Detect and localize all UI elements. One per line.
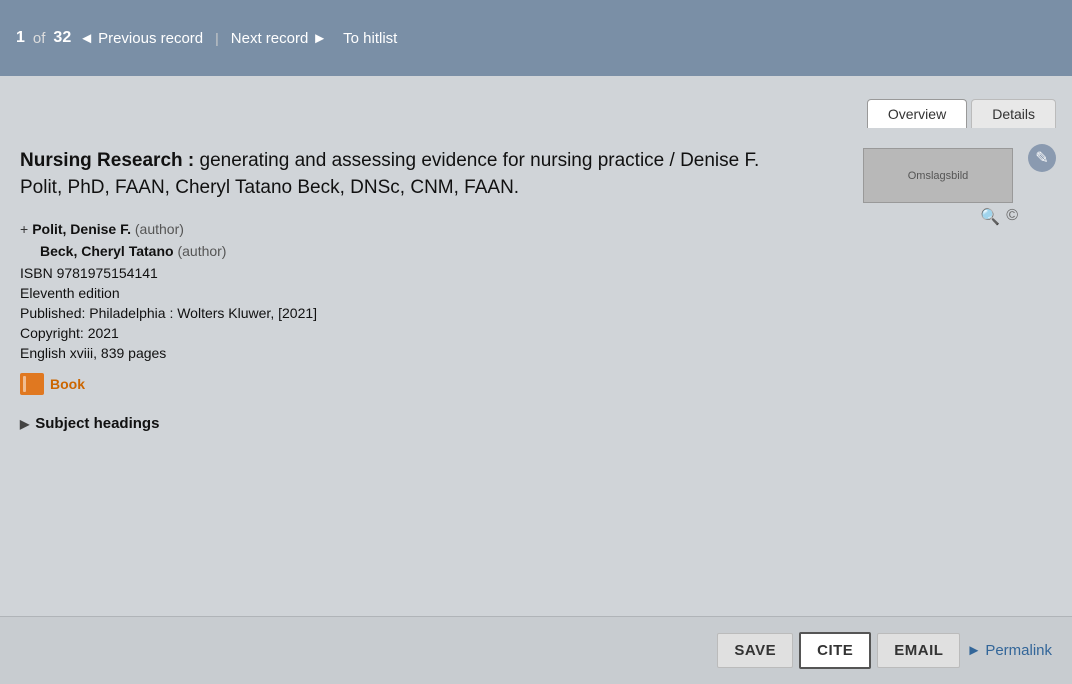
of-label: of — [33, 30, 46, 47]
next-arrow-icon: ► — [312, 30, 327, 47]
author-name-1: Polit, Denise F. — [32, 221, 131, 237]
save-button[interactable]: SAVE — [717, 633, 793, 668]
main-content-area: ✎ Omslagsbild 🔍 © Nursing Research : gen… — [0, 128, 1072, 684]
permalink-arrow-icon: ► — [966, 642, 981, 659]
book-type-row: Book — [20, 373, 1052, 395]
cover-search-icon[interactable]: 🔍 — [980, 207, 1000, 227]
prev-arrow-icon: ◄ — [79, 30, 94, 47]
cover-icons-row: 🔍 © — [863, 207, 1018, 227]
language-pages-value: English xviii, 839 pages — [20, 345, 166, 361]
next-record-label: Next record — [231, 30, 309, 47]
cover-image-area: Omslagsbild 🔍 © — [863, 148, 1018, 227]
record-total: 32 — [53, 29, 71, 47]
tabs-bar: Overview Details — [0, 76, 1072, 128]
permalink-link[interactable]: ► Permalink — [966, 642, 1052, 659]
edition-row: Eleventh edition — [20, 285, 1052, 301]
author-row-2: Beck, Cheryl Tatano (author) — [40, 243, 1052, 259]
subject-headings-row[interactable]: ▶ Subject headings — [20, 415, 1052, 432]
author-name-2: Beck, Cheryl Tatano — [40, 243, 174, 259]
edition-value: Eleventh edition — [20, 285, 120, 301]
to-hitlist-label: To hitlist — [343, 30, 397, 47]
author-role-2: (author) — [177, 243, 226, 259]
isbn-label: ISBN — [20, 265, 53, 281]
top-navigation-bar: 1 of 32 ◄ Previous record | Next record … — [0, 0, 1072, 76]
email-button[interactable]: EMAIL — [877, 633, 960, 668]
next-record-button[interactable]: Next record ► — [231, 30, 327, 47]
nav-separator: | — [215, 30, 219, 46]
cover-image: Omslagsbild — [863, 148, 1013, 203]
permalink-label: Permalink — [985, 642, 1052, 659]
prev-record-button[interactable]: ◄ Previous record — [79, 30, 203, 47]
book-type-link[interactable]: Book — [50, 376, 85, 392]
triangle-icon: ▶ — [20, 417, 29, 431]
copyright-value: Copyright: 2021 — [20, 325, 119, 341]
isbn-row: ISBN 9781975154141 — [20, 265, 1052, 281]
to-hitlist-button[interactable]: To hitlist — [343, 30, 397, 47]
edit-icon[interactable]: ✎ — [1028, 144, 1056, 172]
prev-record-label: Previous record — [98, 30, 203, 47]
bottom-action-bar: SAVE CITE EMAIL ► Permalink — [0, 616, 1072, 684]
tab-overview[interactable]: Overview — [867, 99, 967, 128]
tab-details[interactable]: Details — [971, 99, 1056, 128]
book-title-main: Nursing Research : — [20, 150, 194, 171]
author-expand-button-1[interactable]: + — [20, 221, 28, 237]
book-title: Nursing Research : generating and assess… — [20, 148, 800, 201]
isbn-value: 9781975154141 — [57, 265, 158, 281]
cover-alt-text: Omslagsbild — [908, 170, 969, 182]
record-current: 1 — [16, 29, 25, 47]
copyright-row: Copyright: 2021 — [20, 325, 1052, 341]
cite-button[interactable]: CITE — [799, 632, 871, 669]
cover-copyright-icon: © — [1006, 207, 1018, 227]
book-icon — [20, 373, 44, 395]
published-row: Published: Philadelphia : Wolters Kluwer… — [20, 305, 1052, 321]
subject-headings-label: Subject headings — [35, 415, 159, 432]
author-role-1: (author) — [135, 221, 184, 237]
language-pages-row: English xviii, 839 pages — [20, 345, 1052, 361]
published-value: Published: Philadelphia : Wolters Kluwer… — [20, 305, 317, 321]
